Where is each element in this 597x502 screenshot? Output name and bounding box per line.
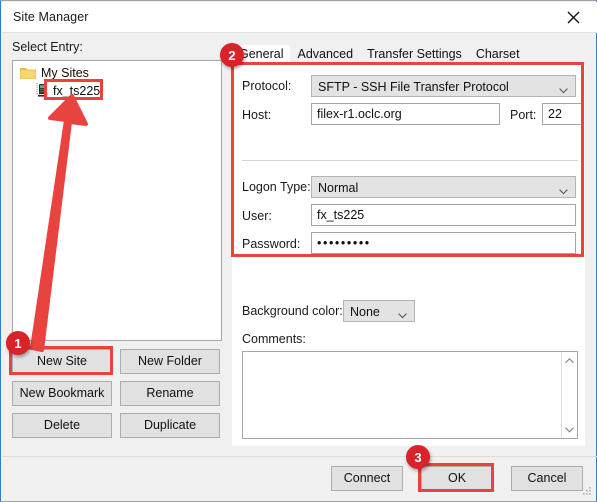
window-title: Site Manager [13, 10, 89, 24]
user-label: User: [242, 209, 272, 223]
tab-advanced[interactable]: Advanced [290, 45, 361, 65]
protocol-label: Protocol: [242, 79, 292, 93]
select-entry-label: Select Entry: [12, 40, 83, 54]
site-manager-window: Site Manager Select Entry: My Sites fx_t… [0, 0, 597, 502]
duplicate-button[interactable]: Duplicate [120, 413, 220, 438]
annotation-badge-2: 2 [220, 43, 244, 67]
rename-button[interactable]: Rename [120, 381, 220, 406]
general-settings-panel: Protocol: SFTP - SSH File Transfer Proto… [232, 64, 585, 446]
password-input[interactable] [311, 232, 576, 254]
tree-item-label: My Sites [41, 66, 89, 80]
protocol-value: SFTP - SSH File Transfer Protocol [318, 80, 509, 94]
password-label: Password: [242, 237, 301, 251]
footer-divider [2, 456, 597, 457]
logon-type-select[interactable]: Normal [311, 176, 576, 198]
scroll-up-icon[interactable] [564, 355, 575, 366]
logon-type-label: Logon Type: [242, 180, 311, 194]
comments-scrollbar[interactable] [561, 352, 577, 438]
tree-item-my-sites[interactable]: My Sites [20, 66, 89, 80]
window-titlebar: Site Manager [2, 2, 597, 33]
folder-icon [20, 66, 36, 80]
server-icon [35, 83, 49, 98]
connect-button[interactable]: Connect [331, 466, 403, 491]
logon-type-value: Normal [318, 181, 359, 195]
settings-tabs: General Advanced Transfer Settings Chars… [232, 45, 527, 65]
chevron-down-icon [559, 184, 568, 198]
resize-grip[interactable] [580, 486, 592, 498]
cancel-button[interactable]: Cancel [511, 466, 583, 491]
ok-button[interactable]: OK [421, 466, 493, 491]
tree-item-fx-ts225[interactable]: fx_ts225 [35, 83, 100, 98]
scroll-down-icon[interactable] [564, 424, 575, 435]
port-input[interactable] [542, 103, 582, 125]
annotation-badge-3: 3 [406, 445, 430, 469]
screenshot-root: Site Manager Select Entry: My Sites fx_t… [0, 0, 597, 502]
annotation-badge-1: 1 [6, 331, 30, 355]
protocol-select[interactable]: SFTP - SSH File Transfer Protocol [311, 75, 576, 97]
comments-textarea[interactable] [242, 351, 578, 439]
comments-label: Comments: [242, 332, 306, 346]
site-tree[interactable]: My Sites fx_ts225 [12, 60, 222, 341]
background-color-label: Background color: [242, 304, 343, 318]
tab-transfer-settings[interactable]: Transfer Settings [360, 45, 469, 65]
background-color-value: None [350, 305, 380, 319]
tree-item-label: fx_ts225 [53, 83, 101, 98]
port-label: Port: [510, 108, 537, 122]
delete-button[interactable]: Delete [12, 413, 112, 438]
host-input[interactable] [311, 103, 500, 125]
close-icon[interactable] [551, 2, 596, 33]
new-site-button[interactable]: New Site [12, 349, 112, 374]
host-label: Host: [242, 108, 272, 122]
chevron-down-icon [559, 83, 568, 97]
chevron-down-icon [398, 308, 407, 322]
new-bookmark-button[interactable]: New Bookmark [12, 381, 112, 406]
background-color-select[interactable]: None [343, 300, 415, 322]
section-divider [242, 160, 578, 161]
user-input[interactable] [311, 204, 576, 226]
new-folder-button[interactable]: New Folder [120, 349, 220, 374]
tab-charset[interactable]: Charset [468, 45, 527, 65]
